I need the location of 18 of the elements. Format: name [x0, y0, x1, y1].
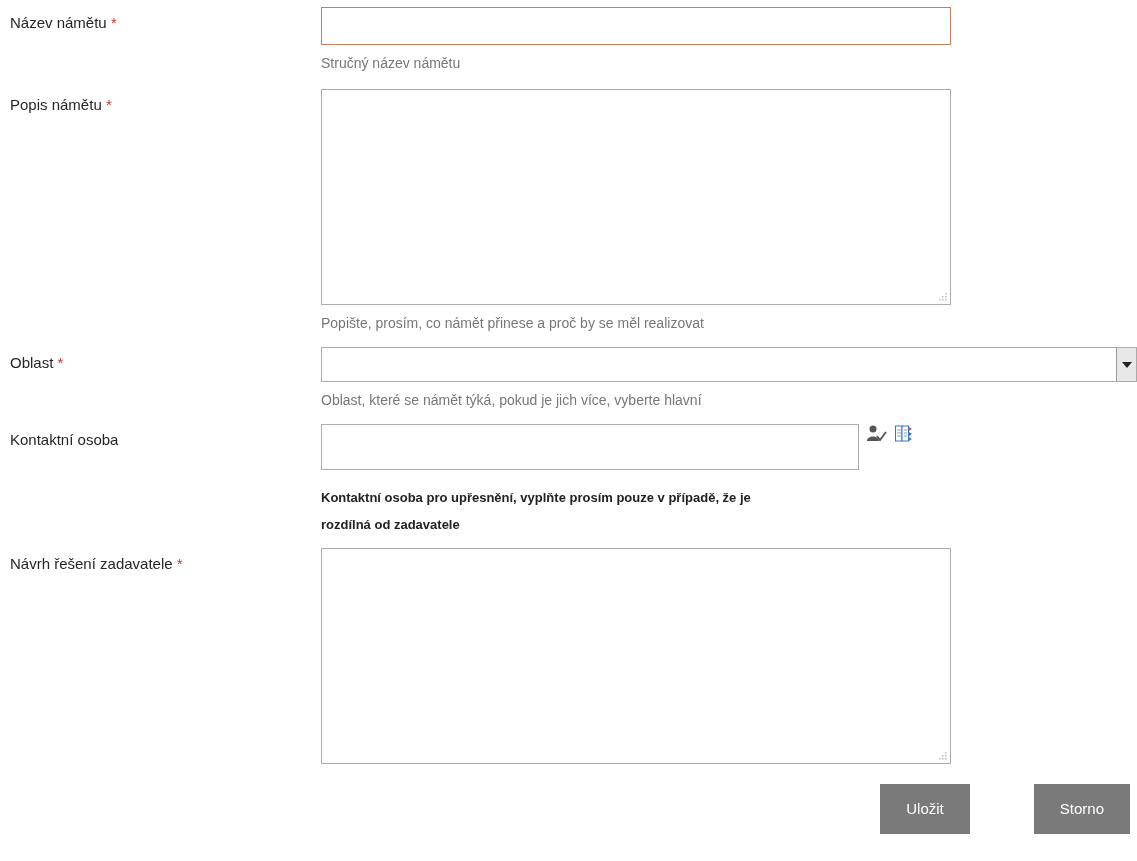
people-picker-field[interactable]: [321, 424, 859, 470]
resize-grip-icon[interactable]: [938, 292, 947, 301]
field-label: Kontaktní osoba: [10, 431, 119, 448]
field-label: Název námětu *: [10, 14, 117, 31]
save-button[interactable]: Uložit: [880, 784, 970, 834]
field-hint: Kontaktní osoba pro upřesnění, vyplňte prosím pouze v případě, že je rozdílná od zadavatele: [321, 489, 752, 534]
person-check-icon[interactable]: [867, 425, 887, 443]
field-label: Popis námětu *: [10, 96, 112, 113]
field-hint: Popište, prosím, co námět přinese a proč by se měl realizovat: [321, 314, 705, 333]
dropdown-field[interactable]: [321, 347, 1137, 382]
field-label: Oblast *: [10, 354, 64, 371]
field-label: Návrh řešení zadavatele *: [10, 555, 183, 572]
field-hint: Oblast, které se námět týká, pokud je jich více, vyberte hlavní: [321, 391, 703, 410]
field-hint: Stručný název námětu: [321, 54, 462, 73]
address-book-icon[interactable]: [895, 425, 913, 442]
resize-grip-icon[interactable]: [938, 751, 947, 760]
cancel-button[interactable]: Storno: [1033, 784, 1130, 834]
text-field[interactable]: [321, 7, 951, 45]
